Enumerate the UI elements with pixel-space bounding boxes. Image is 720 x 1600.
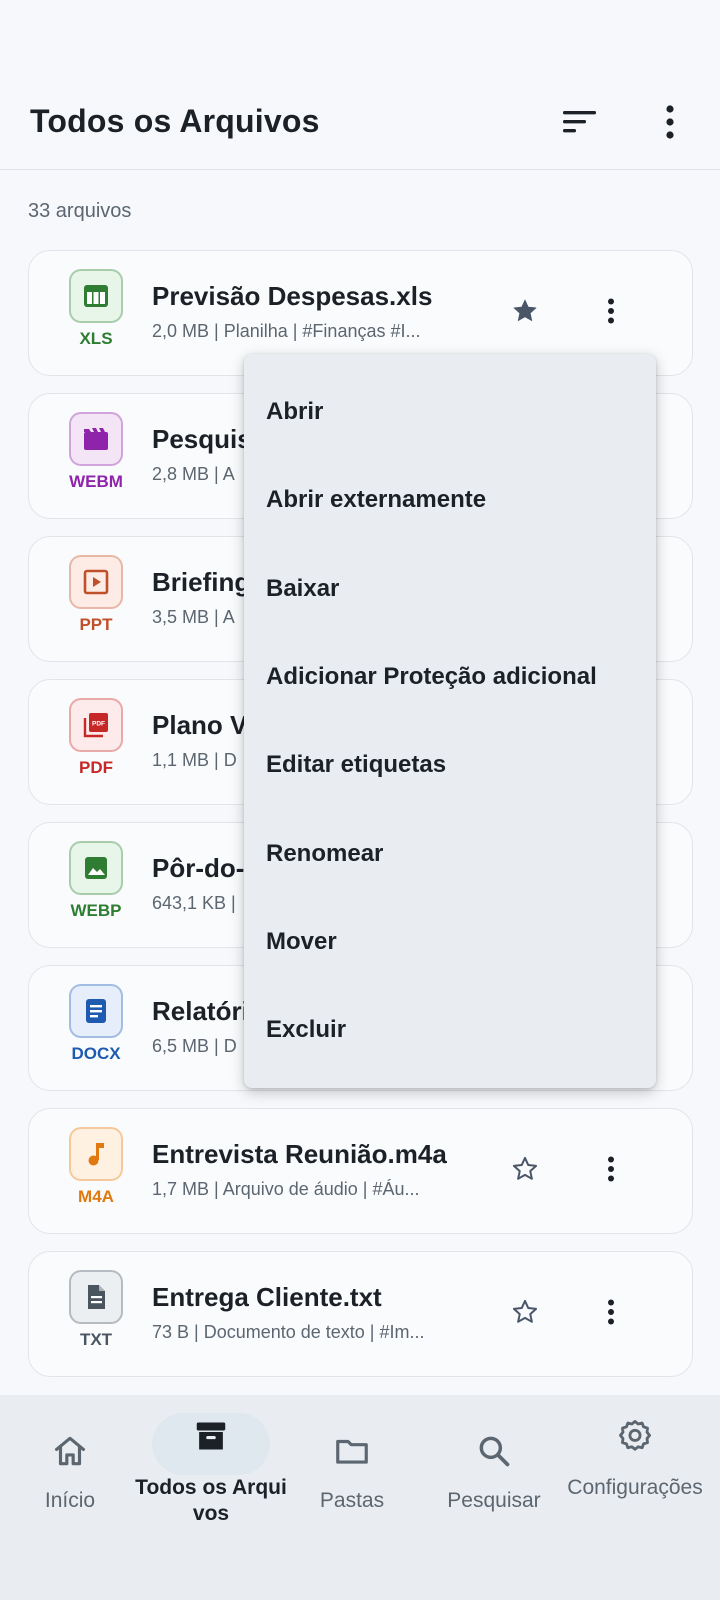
folder-icon xyxy=(333,1432,371,1470)
more-vert-icon[interactable] xyxy=(601,1153,621,1185)
nav-item-archive[interactable]: Todos os Arquivos xyxy=(131,1395,291,1527)
nav-label: Todos os Arquivos xyxy=(135,1476,287,1525)
more-vert-icon[interactable] xyxy=(601,1296,621,1328)
file-type-label: XLS xyxy=(79,329,113,348)
music-note-icon xyxy=(69,1127,123,1181)
menu-item[interactable]: Adicionar Proteção adicional xyxy=(244,633,656,721)
star-filled-icon[interactable] xyxy=(511,297,539,325)
nav-label: Início xyxy=(44,1489,96,1512)
page-title: Todos os Arquivos xyxy=(30,103,320,139)
search-icon xyxy=(475,1432,513,1470)
video-icon xyxy=(69,412,123,466)
nav-item-home[interactable]: Início xyxy=(10,1395,130,1514)
file-meta: 2,0 MB | Planilha | #Finanças #I... xyxy=(152,321,421,341)
menu-item[interactable]: Abrir xyxy=(244,368,656,456)
table-icon xyxy=(69,269,123,323)
pdf-icon: PDF xyxy=(69,698,123,752)
context-menu: Abrir Abrir externamente Baixar Adicionar P… xyxy=(244,354,656,1088)
file-count: 33 arquivos xyxy=(28,200,132,222)
more-vert-icon[interactable] xyxy=(601,295,621,327)
file-meta: 1,7 MB | Arquivo de áudio | #Áu... xyxy=(152,1179,420,1199)
file-name: Pôr-do-s xyxy=(152,853,259,883)
file-name: Pesquis xyxy=(152,424,252,454)
menu-item[interactable]: Renomear xyxy=(244,809,656,897)
sort-icon[interactable] xyxy=(560,102,600,142)
menu-item[interactable]: Editar etiquetas xyxy=(244,721,656,809)
document-icon xyxy=(69,984,123,1038)
nav-item-settings[interactable]: Configurações xyxy=(564,1395,706,1501)
settings-icon xyxy=(616,1417,654,1455)
file-name: Previsão Despesas.xls xyxy=(152,281,433,311)
image-icon xyxy=(69,841,123,895)
app-bar: Todos os Arquivos xyxy=(0,74,720,170)
file-name: Plano V xyxy=(152,710,248,740)
status-bar-area xyxy=(0,0,720,74)
file-name: Relatóri xyxy=(152,996,249,1026)
nav-label: Pastas xyxy=(319,1489,385,1512)
star-outline-icon[interactable] xyxy=(511,1155,539,1183)
file-meta: 73 B | Documento de texto | #Im... xyxy=(152,1322,425,1342)
file-name: Entrega Cliente.txt xyxy=(152,1282,382,1312)
file-type-label: TXT xyxy=(79,1330,113,1349)
file-type-label: DOCX xyxy=(71,1044,121,1063)
file-type-label: PDF xyxy=(79,758,113,777)
file-type-label: PPT xyxy=(79,615,113,634)
archive-icon xyxy=(192,1417,230,1455)
file-card[interactable]: M4A Entrevista Reunião.m4a 1,7 MB | Arqu… xyxy=(28,1108,693,1234)
file-type-label: M4A xyxy=(78,1187,114,1206)
nav-item-folder[interactable]: Pastas xyxy=(282,1395,422,1514)
bottom-navigation: Início Todos os Arquivos Pastas Pesquisa… xyxy=(0,1395,720,1600)
file-name: Briefing xyxy=(152,567,251,597)
menu-item[interactable]: Abrir externamente xyxy=(244,456,656,544)
nav-item-search[interactable]: Pesquisar xyxy=(424,1395,564,1514)
nav-label: Configurações xyxy=(567,1476,703,1499)
text-file-icon xyxy=(69,1270,123,1324)
file-type-label: WEBM xyxy=(69,472,123,491)
more-vert-icon[interactable] xyxy=(650,102,690,142)
menu-item[interactable]: Excluir xyxy=(244,986,656,1074)
home-icon xyxy=(51,1432,89,1470)
menu-item[interactable]: Baixar xyxy=(244,545,656,633)
file-name: Entrevista Reunião.m4a xyxy=(152,1139,447,1169)
slideshow-icon xyxy=(69,555,123,609)
file-type-label: WEBP xyxy=(70,901,122,920)
nav-label: Pesquisar xyxy=(447,1489,541,1512)
menu-item[interactable]: Mover xyxy=(244,898,656,986)
svg-text:PDF: PDF xyxy=(92,721,105,728)
star-outline-icon[interactable] xyxy=(511,1298,539,1326)
file-card[interactable]: TXT Entrega Cliente.txt 73 B | Documento… xyxy=(28,1251,693,1377)
